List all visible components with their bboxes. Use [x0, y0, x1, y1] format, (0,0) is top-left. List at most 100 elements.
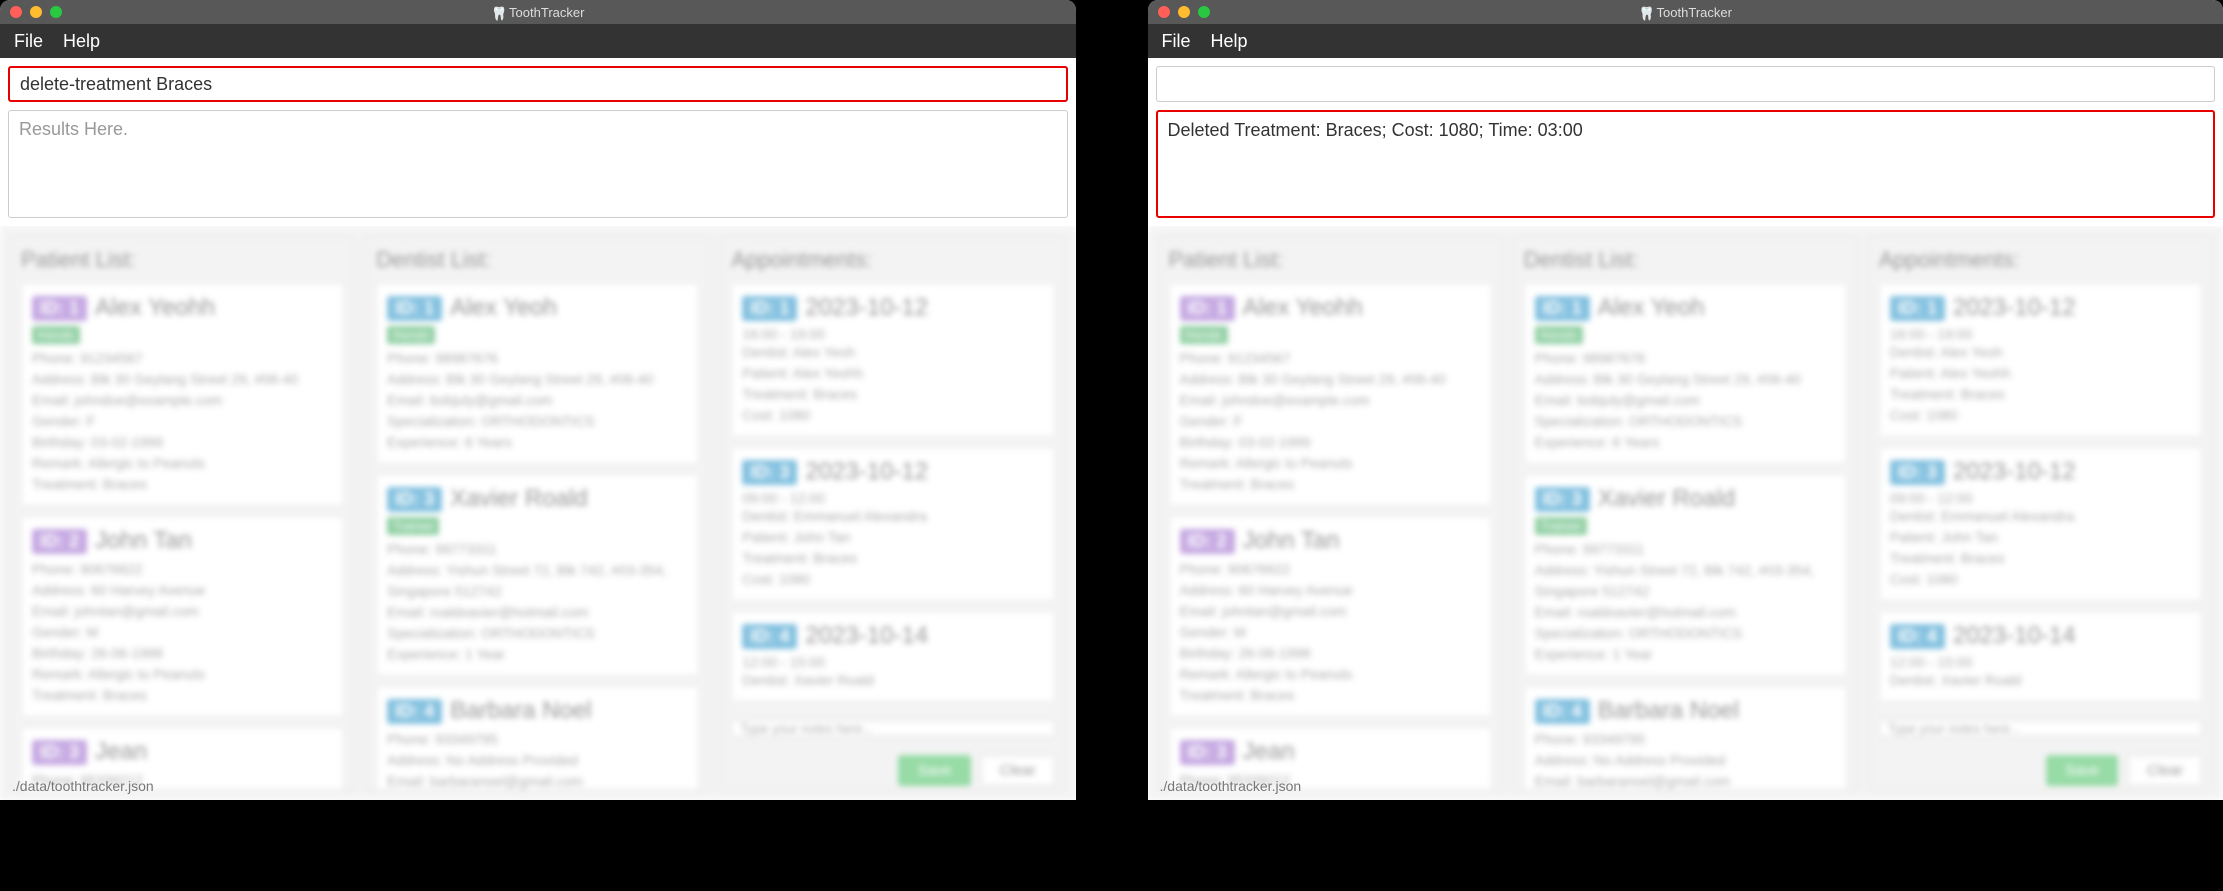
card-detail-line: Address: Blk 30 Geylang Street 29, #06-4… [1180, 369, 1481, 390]
card-detail-line: Cost: 1080 [742, 405, 1043, 426]
appointment-time: 12:00 - 15:00 [742, 654, 1043, 670]
appointment-card[interactable]: ID: 32023-10-1209:00 - 12:00Dentist: Emm… [1879, 447, 2202, 601]
card-detail-line: Treatment: Braces [1180, 474, 1481, 495]
patient-card[interactable]: ID: 2John TanPhone: 90676622Address: 60 … [21, 516, 344, 717]
appointment-date: 2023-10-12 [805, 294, 928, 322]
minimize-icon[interactable] [30, 6, 42, 18]
card-detail-line: Treatment: Braces [742, 384, 1043, 405]
minimize-icon[interactable] [1178, 6, 1190, 18]
card-detail-line: Remark: Allergic to Peanuts [1180, 453, 1481, 474]
clear-button[interactable]: Clear [981, 755, 1055, 786]
command-input[interactable] [8, 66, 1068, 102]
card-detail-line: Cost: 1080 [742, 569, 1043, 590]
card-detail-line: Treatment: Braces [742, 548, 1043, 569]
notes-input[interactable] [731, 720, 1054, 737]
card-detail-line: Email: roaldxavier@hotmail.com [387, 602, 688, 623]
appointment-card[interactable]: ID: 12023-10-1216:00 - 19:00Dentist: Ale… [1879, 283, 2202, 437]
patient-name: John Tan [95, 527, 192, 555]
card-detail-line: Patient: John Tan [742, 527, 1043, 548]
card-detail-line: Email: barbaranoel@gmail.com [387, 771, 688, 790]
results-box: Results Here. [8, 110, 1068, 218]
card-detail-line: Phone: 99773311 [387, 539, 688, 560]
dentist-card[interactable]: ID: 1Alex YeohfriendsPhone: 98987676Addr… [376, 283, 699, 464]
card-detail-line: Specialization: ORTHODONTICS [1535, 623, 1836, 644]
menu-file[interactable]: File [1162, 31, 1191, 52]
titlebar[interactable]: 🦷 ToothTracker [1148, 0, 2223, 24]
save-button[interactable]: Save [898, 755, 970, 786]
appointment-card[interactable]: ID: 4 2023-10-14 12:00 - 15:00Dentist: Xav… [731, 611, 1054, 702]
appointment-date: 2023-10-12 [805, 458, 928, 486]
app-icon: 🦷 [1639, 6, 1651, 18]
id-badge: ID: 3 [1535, 487, 1590, 512]
save-button[interactable]: Save [2046, 755, 2118, 786]
patient-card[interactable]: ID: 1Alex YeohhfriendsPhone: 91234567Add… [1169, 283, 1492, 506]
content-blur-overlay: Patient List: ID: 1Alex YeohhfriendsPhone… [1148, 226, 2223, 800]
card-detail-line: Patient: Alex Yeohh [1890, 363, 2191, 384]
card-detail-line: Experience: 6 Years [387, 432, 688, 453]
card-detail-line: Experience: 1 Year [387, 644, 688, 665]
card-detail-line: Address: 60 Harvey Avenue [32, 580, 333, 601]
dentist-card[interactable]: ID: 3Xavier RoaldTraineePhone: 99773311A… [376, 474, 699, 676]
notes-input[interactable] [1879, 720, 2202, 737]
card-detail-line: Specialization: ORTHODONTICS [387, 411, 688, 432]
card-detail-line: Experience: 1 Year [1535, 644, 1836, 665]
id-badge: ID: 3 [32, 740, 87, 765]
footer-path: ./data/toothtracker.json [1160, 772, 1302, 794]
window-title: 🦷 ToothTracker [491, 5, 584, 20]
titlebar[interactable]: 🦷 ToothTracker [0, 0, 1076, 24]
card-detail-line: Treatment: Braces [1890, 384, 2191, 405]
appointment-date: 2023-10-14 [1953, 622, 2076, 650]
menu-help[interactable]: Help [1211, 31, 1248, 52]
dentist-name: Alex Yeoh [450, 294, 557, 322]
patients-header: Patient List: [1169, 247, 1492, 273]
id-badge: ID: 3 [742, 460, 797, 485]
card-detail-line: Cost: 1080 [1890, 569, 2191, 590]
dentist-card[interactable]: ID: 4Barbara NoelPhone: 93349795Address:… [1524, 686, 1847, 790]
appointment-card[interactable]: ID: 42023-10-1412:00 - 15:00Dentist: Xav… [1879, 611, 2202, 702]
card-detail-line: Birthday: 03-02-1999 [32, 432, 333, 453]
card-detail-line: Specialization: ORTHODONTICS [1535, 411, 1836, 432]
appointment-card[interactable]: ID: 32023-10-1209:00 - 12:00Dentist: Emm… [731, 447, 1054, 601]
window-controls [1158, 6, 1210, 18]
app-window-before: 🦷 ToothTracker File Help Results Here. P… [0, 0, 1076, 800]
dentist-name: Barbara Noel [450, 697, 591, 725]
card-detail-line: Email: johndoe@example.com [1180, 390, 1481, 411]
appointment-date: 2023-10-14 [805, 622, 928, 650]
card-detail-line: Birthday: 26-06-1998 [1180, 643, 1481, 664]
card-detail-line: Address: Yishun Street 72, Blk 742, #03-… [387, 560, 688, 602]
dentist-card[interactable]: ID: 4Barbara NoelPhone: 93349795Address:… [376, 686, 699, 790]
card-detail-line: Dentist: Xavier Roald [742, 670, 1043, 691]
card-detail-line: Treatment: Braces [1890, 548, 2191, 569]
card-detail-line: Address: Blk 30 Geylang Street 29, #06-4… [32, 369, 333, 390]
id-badge: ID: 3 [1890, 460, 1945, 485]
tag-badge: Trainee [387, 517, 439, 535]
maximize-icon[interactable] [1198, 6, 1210, 18]
maximize-icon[interactable] [50, 6, 62, 18]
command-input[interactable] [1156, 66, 2216, 102]
clear-button[interactable]: Clear [2128, 755, 2202, 786]
appointments-header: Appointments: [731, 247, 1054, 273]
close-icon[interactable] [10, 6, 22, 18]
dentist-card[interactable]: ID: 1Alex YeohfriendsPhone: 98987676Addr… [1524, 283, 1847, 464]
close-icon[interactable] [1158, 6, 1170, 18]
appointment-time: 09:00 - 12:00 [1890, 490, 2191, 506]
card-detail-line: Cost: 1080 [1890, 405, 2191, 426]
patient-card[interactable]: ID: 1Alex YeohhfriendsPhone: 91234567Add… [21, 283, 344, 506]
menu-help[interactable]: Help [63, 31, 100, 52]
menu-file[interactable]: File [14, 31, 43, 52]
card-detail-line: Email: barbaranoel@gmail.com [1535, 771, 1836, 790]
card-detail-line: Address: 60 Harvey Avenue [1180, 580, 1481, 601]
dentist-card[interactable]: ID: 3Xavier RoaldTraineePhone: 99773311A… [1524, 474, 1847, 676]
patient-name: Jean [95, 738, 147, 766]
patient-card[interactable]: ID: 2John TanPhone: 90676622Address: 60 … [1169, 516, 1492, 717]
card-detail-line: Treatment: Braces [1180, 685, 1481, 706]
id-badge: ID: 3 [1180, 740, 1235, 765]
id-badge: ID: 4 [742, 624, 797, 649]
id-badge: ID: 3 [387, 487, 442, 512]
dentists-header: Dentist List: [376, 247, 699, 273]
card-detail-line: Dentist: Xavier Roald [1890, 670, 2191, 691]
card-detail-line: Email: johntan@gmail.com [32, 601, 333, 622]
menubar: File Help [0, 24, 1076, 58]
results-box: Deleted Treatment: Braces; Cost: 1080; T… [1156, 110, 2216, 218]
appointment-card[interactable]: ID: 12023-10-1216:00 - 19:00Dentist: Ale… [731, 283, 1054, 437]
